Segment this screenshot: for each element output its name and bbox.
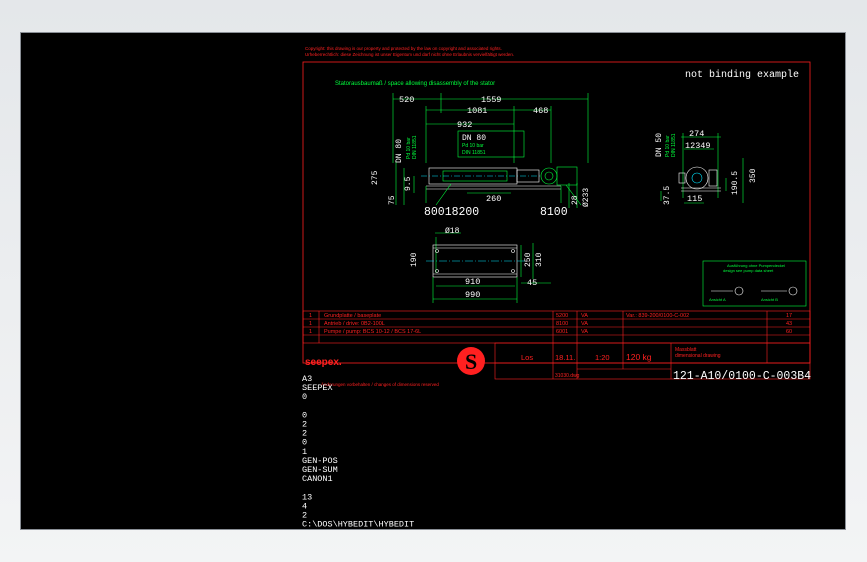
dim-910: 910 — [465, 277, 480, 287]
svg-text:S: S — [465, 349, 477, 374]
part-number-left: 80018200 — [424, 206, 479, 219]
bom-pos: 1 — [309, 313, 312, 319]
part-number-right: 8100 — [540, 206, 568, 219]
drawing-number: 121-A10/0100-C-003B4 — [673, 370, 811, 383]
dim-233: Ø233 — [582, 188, 591, 207]
dim-9-5: 9.5 — [404, 176, 413, 191]
weight-value: 120 kg — [626, 352, 652, 362]
detail-view-b: Ansicht B — [761, 297, 778, 302]
dim-274: 274 — [689, 129, 704, 139]
dim-37-5: 37.5 — [663, 186, 672, 205]
bom-pos: 1 — [309, 329, 312, 335]
dim-275: 275 — [371, 170, 380, 185]
dim-190: 190 — [410, 252, 419, 267]
change-note: Änderungen vorbehalten / changes of dime… — [321, 381, 439, 387]
dn80-label: DN 80 — [462, 134, 486, 143]
attribute-line: CANON1 — [302, 474, 333, 484]
bom-qty: 8100 — [556, 321, 568, 327]
bom-material: VA — [581, 329, 588, 335]
bom-number: 43 — [786, 321, 792, 327]
dim-260: 260 — [486, 194, 501, 204]
dim-1559: 1559 — [481, 95, 501, 105]
dim-932: 932 — [457, 120, 472, 130]
bom-pos: 1 — [309, 321, 312, 327]
dim-190-5: 190.5 — [731, 171, 740, 195]
drawn-date: 18.11. — [555, 353, 575, 362]
dim-250: 250 — [524, 252, 533, 267]
dim-75: 75 — [388, 195, 397, 205]
title-block-labels: seepex. Los 18.11. 1:20 120 kg Massblatt… — [305, 347, 811, 387]
baseplate-plan — [426, 232, 551, 303]
dn80-vertical: DN 80 — [395, 139, 404, 163]
not-binding-label: not binding example — [685, 69, 799, 81]
din-label: DIN 11851 — [462, 150, 486, 156]
title-en: dimensional drawing — [675, 353, 721, 359]
dim-45: 45 — [527, 278, 537, 288]
bom-material: VA — [581, 321, 588, 327]
dim-520: 520 — [399, 95, 414, 105]
bom-number: 17 — [786, 313, 792, 319]
brand-logo: seepex. — [305, 357, 342, 368]
dim-350: 350 — [749, 168, 758, 183]
cad-drawing: Copyright: this drawing is our property … — [302, 46, 811, 529]
dn50-label: DN 50 — [655, 133, 664, 157]
seepex-logo-mark: S — [457, 347, 485, 375]
dim-1081: 1081 — [467, 106, 487, 116]
copyright-line2: Urheberrechtlich: diese Zeichnung ist un… — [305, 52, 514, 57]
bom-qty: 5200 — [556, 313, 568, 319]
dim-12349: 12349 — [685, 141, 711, 151]
bom-qty: 6001 — [556, 329, 568, 335]
end-din: DIN 11851 — [671, 133, 677, 157]
dim-18: Ø18 — [445, 227, 460, 236]
attribute-line: 0 — [302, 392, 307, 402]
dim-990: 990 — [465, 290, 480, 300]
attribute-list: A3SEEPEX002201GEN-POSGEN-SUMCANON11342C:… — [302, 374, 414, 529]
din-vertical: DIN 11851 — [412, 135, 418, 159]
detail-line2: design see pump data sheet — [723, 268, 774, 273]
detail-box: Ausführung ohne Pumpendeckel design see … — [702, 260, 807, 307]
pressure-label: Pd 10 bar — [462, 143, 484, 149]
bom-name: Grundplatte / baseplate — [324, 313, 381, 319]
dim-468: 468 — [533, 106, 548, 116]
scale-value: 1:20 — [595, 353, 610, 362]
dim-28: 28 — [571, 195, 580, 205]
baseplate-labels: Ø18 190 250 310 910 990 45 — [410, 227, 544, 300]
bom-name: Pumpe / pump: BCS 10-12 / BCS 17-6L — [324, 329, 421, 335]
dim-115: 115 — [687, 194, 702, 204]
bom-name: Antrieb / drive: 0B2-100L — [324, 321, 385, 327]
detail-view-a: Ansicht A — [709, 297, 726, 302]
bom-spec: Var.: 839-200/0100-C-002 — [626, 313, 689, 319]
end-view-labels: DN 50 Pd 10 bar DIN 11851 274 12349 37.5… — [655, 129, 758, 205]
application-frame: Copyright: this drawing is our property … — [0, 0, 867, 562]
drawing-viewport[interactable]: Copyright: this drawing is our property … — [20, 32, 846, 530]
bom-material: VA — [581, 313, 588, 319]
copyright-line1: Copyright: this drawing is our property … — [305, 46, 502, 51]
stator-note: Statorausbaumaß / space allowing disasse… — [335, 81, 495, 87]
bom-number: 60 — [786, 329, 792, 335]
side-view — [392, 93, 589, 208]
file-name: 31030.dwg — [555, 373, 580, 379]
dim-310: 310 — [535, 252, 544, 267]
bom-rows: 1 Grundplatte / baseplate 5200 VA Var.: 839-… — [309, 313, 792, 335]
drawn-by: Los — [521, 353, 533, 362]
attribute-line: C:\DOS\HYBEDIT\HYBEDIT — [302, 520, 414, 529]
